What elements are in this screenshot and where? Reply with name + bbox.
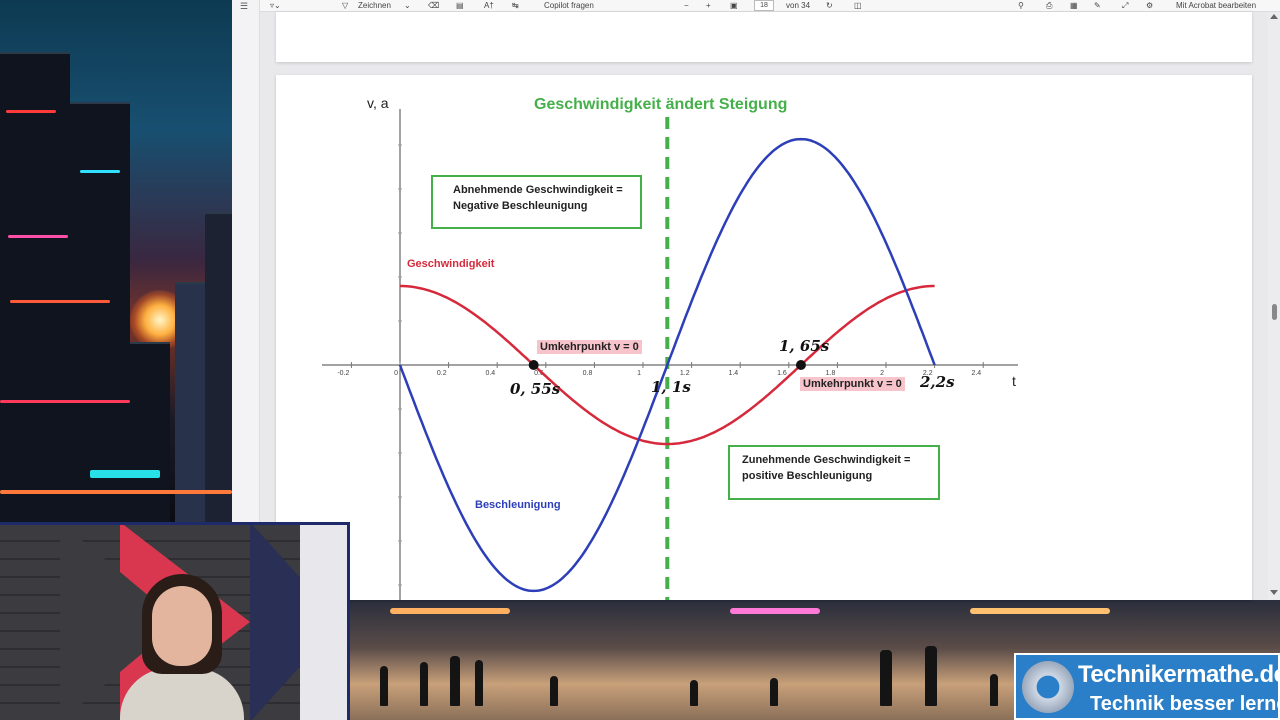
fit-page-icon[interactable]: ▣ (730, 1, 738, 11)
highlight-icon[interactable]: ▿⌄ (270, 1, 281, 11)
draw-button[interactable]: Zeichnen (358, 1, 391, 11)
page-number-input[interactable]: 18 (754, 0, 774, 11)
print-icon[interactable]: ⎙ (1046, 1, 1052, 11)
webcam-frame (0, 522, 350, 720)
x-tick-label: 1.4 (728, 370, 738, 377)
search-icon[interactable]: ⚲ (1018, 1, 1024, 11)
y-axis-label: v, a (367, 95, 389, 111)
x-tick-label: 2 (880, 370, 884, 377)
scroll-up-icon[interactable] (1270, 14, 1278, 19)
copilot-button[interactable]: Copilot fragen (544, 1, 594, 11)
chevron-down-icon[interactable]: ⌄ (404, 1, 411, 11)
building (70, 102, 130, 522)
gear-icon[interactable]: ⚙ (1146, 1, 1153, 11)
neon-sign (90, 470, 160, 478)
brand-name: Technikermathe.de (1078, 661, 1280, 688)
calculator-gear-icon (1022, 661, 1074, 713)
neon-strip (6, 110, 56, 113)
page-count: von 34 (786, 1, 811, 10)
info-box-line: positive Beschleunigung (742, 470, 873, 482)
screen: ☰ ▿⌄ ▽ Zeichnen ⌄ ⌫ ▤ A† ↹ Copilot frage… (0, 0, 1280, 720)
ceiling-light (970, 608, 1110, 614)
pdf-viewer: ☰ ▿⌄ ▽ Zeichnen ⌄ ⌫ ▤ A† ↹ Copilot frage… (232, 0, 1280, 600)
read-aloud-icon[interactable]: A† (484, 1, 494, 11)
pedestrian (420, 662, 428, 706)
building (205, 212, 232, 522)
rotate-icon[interactable]: ↻ (826, 1, 833, 11)
info-box-increasing: Zunehmende Geschwindigkeit = positive Be… (728, 445, 940, 500)
x-tick-label: 1.8 (826, 370, 836, 377)
x-tick-label: 1.6 (777, 370, 787, 377)
info-box-line: Negative Beschleunigung (453, 200, 588, 212)
x-tick-label: 2.4 (971, 370, 981, 377)
velocity-curve-label: Geschwindigkeit (407, 258, 495, 270)
zoom-in-icon[interactable]: + (706, 1, 711, 11)
edit-in-acrobat-button[interactable]: Mit Acrobat bearbeiten (1176, 1, 1256, 11)
time-marker-label: 2,2s (920, 373, 955, 391)
scroll-thumb[interactable] (1272, 304, 1277, 320)
neon-strip (8, 235, 68, 238)
turning-point-label-2: Umkehrpunkt v = 0 (800, 377, 905, 391)
pedestrian (690, 680, 698, 706)
pedestrian (990, 674, 998, 706)
info-box-decreasing: Abnehmende Geschwindigkeit = Negative Be… (431, 175, 642, 229)
turning-point-label-1: Umkehrpunkt v = 0 (537, 340, 642, 354)
building (0, 52, 70, 522)
acceleration-curve-label: Beschleunigung (475, 499, 561, 511)
pedestrian (475, 660, 483, 706)
x-tick-label: 0 (394, 370, 398, 377)
pedestrian (450, 656, 460, 706)
motion-graph: -0.2 0 0.2 0.4 0.6 0.8 1 1.2 1.4 1.6 1.8 2 2.2 2.4 (322, 109, 1018, 600)
neon-strip (10, 300, 110, 303)
neon-strip (0, 400, 130, 403)
pedestrian (925, 646, 937, 706)
text-box-icon[interactable]: ▤ (456, 1, 464, 11)
pedestrian (550, 676, 558, 706)
info-box-line: Zunehmende Geschwindigkeit = (742, 454, 911, 466)
pdf-page: -0.2 0 0.2 0.4 0.6 0.8 1 1.2 1.4 1.6 1.8 2 2.2 2.4 Ge… (276, 75, 1252, 600)
scrollbar[interactable] (1268, 12, 1280, 600)
time-marker-label: 0, 55s (510, 380, 561, 398)
save-icon[interactable]: ▦ (1070, 1, 1078, 11)
turning-point-marker (795, 360, 806, 370)
time-marker-label: 1, 1s (651, 378, 691, 396)
x-tick-label: 0.4 (485, 370, 495, 377)
building (175, 282, 205, 522)
toolbar: ▿⌄ ▽ Zeichnen ⌄ ⌫ ▤ A† ↹ Copilot fragen … (260, 0, 1280, 12)
navigation-pane: ☰ (232, 0, 260, 600)
brand-logo: Technikermathe.de Technik besser lernen (1014, 653, 1280, 720)
draw-icon[interactable]: ▽ (342, 1, 348, 11)
x-tick-label: 0.2 (437, 370, 447, 377)
x-tick-label: 0.8 (583, 370, 593, 377)
previous-page (276, 12, 1252, 62)
ceiling-light (390, 608, 510, 614)
pedestrian (880, 650, 892, 706)
pedestrian (770, 678, 778, 706)
turning-point-marker (528, 360, 539, 370)
neon-strip (0, 490, 232, 494)
save-as-icon[interactable]: ✎ (1094, 1, 1101, 11)
translate-icon[interactable]: ↹ (512, 1, 519, 11)
webcam-overlay (0, 522, 350, 720)
neon-strip (80, 170, 120, 173)
page-view-icon[interactable]: ◫ (854, 1, 862, 11)
page-heading: Geschwindigkeit ändert Steigung (534, 96, 788, 113)
info-box-line: Abnehmende Geschwindigkeit = (453, 184, 623, 196)
scroll-down-icon[interactable] (1270, 590, 1278, 595)
eraser-icon[interactable]: ⌫ (428, 1, 439, 11)
time-marker-label: 1, 65s (779, 337, 830, 355)
pedestrian (380, 666, 388, 706)
x-tick-label: -0.2 (337, 370, 349, 377)
building (130, 342, 170, 522)
zoom-out-icon[interactable]: − (684, 1, 689, 11)
x-tick-label: 1 (637, 370, 641, 377)
city-backdrop (0, 0, 232, 522)
ceiling-light (730, 608, 820, 614)
fullscreen-icon[interactable]: ⤢ (1122, 1, 1128, 11)
x-axis-label: t (1012, 373, 1016, 389)
x-tick-label: 1.2 (680, 370, 690, 377)
brand-tagline: Technik besser lernen (1090, 693, 1280, 715)
menu-icon[interactable]: ☰ (240, 1, 248, 12)
